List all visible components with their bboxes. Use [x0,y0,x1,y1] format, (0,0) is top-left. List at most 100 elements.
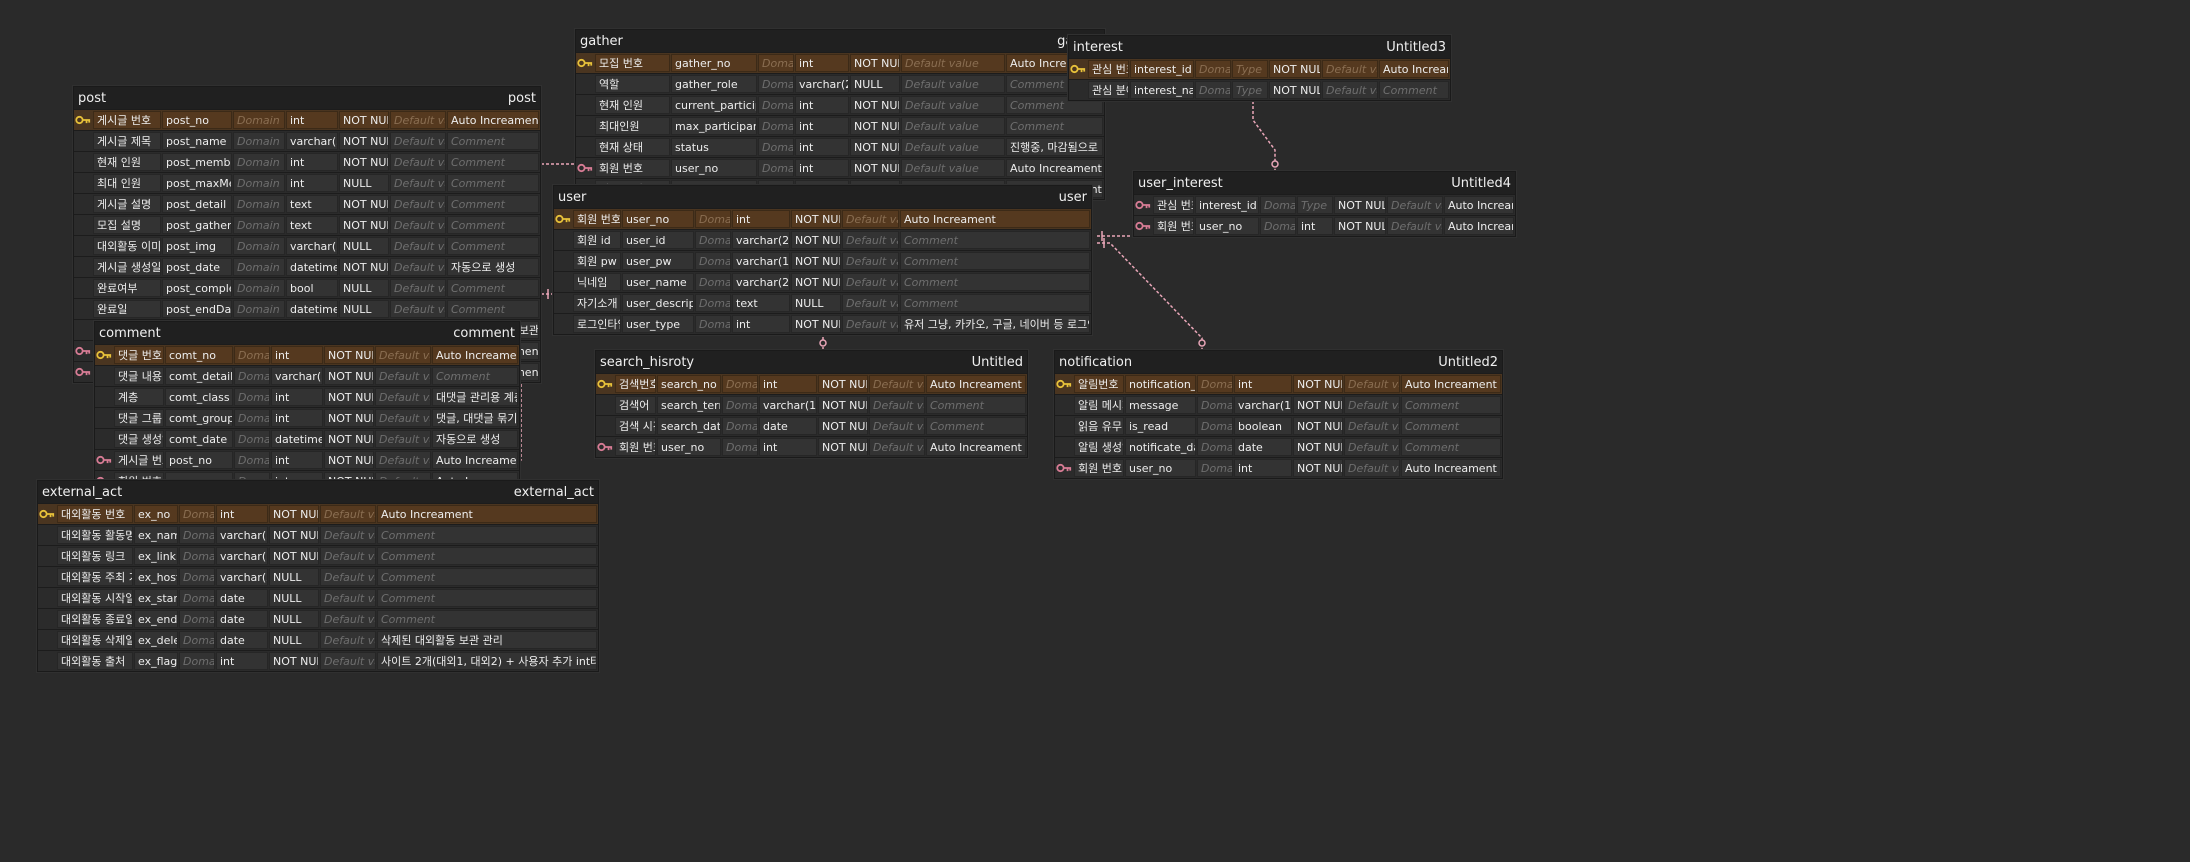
column-row[interactable]: 회원 번호user_noDomainintNOT NULLDefault val… [554,208,1091,229]
column-row[interactable]: 게시글 생성일post_dateDomaindatetimeNOT NULLDe… [74,256,540,277]
column-row[interactable]: 대외활동 번호ex_noDomainintNOT NULLDefault val… [38,503,598,524]
domain-placeholder: Domain [233,300,285,318]
column-row[interactable]: 회원 번호user_noDomainintNOT NULLDefault val… [1055,457,1502,478]
domain-placeholder: Domain [695,252,731,270]
blank-key-cell [74,300,92,318]
table-user[interactable]: useruser회원 번호user_noDomainintNOT NULLDef… [553,185,1092,335]
table-header[interactable]: comment comment [95,322,519,344]
column-row[interactable]: 게시글 번호post_noDomainintNOT NULLDefault va… [74,109,540,130]
column-nullable: NOT NULL [339,132,389,150]
column-row[interactable]: 회원 pwuser_pwDomainvarchar(100)NOT NULLDe… [554,250,1091,271]
column-type: int [271,451,323,469]
table-header[interactable]: user user [554,186,1091,208]
column-row[interactable]: 대외활동 종료일ex_endDomaindateNULLDefault valu… [38,608,598,629]
table-header[interactable]: notification Untitled2 [1055,351,1502,373]
column-row[interactable]: 역할gather_roleDomainvarchar(20)NULLDefaul… [576,73,1104,94]
column-row[interactable]: 알림번호notification_idDomainintNOT NULLDefa… [1055,373,1502,394]
column-row[interactable]: 완료일post_endDateDomaindatetimeNULLDefault… [74,298,540,319]
column-nullable: NOT NULL [818,396,868,414]
column-physical: post_gather [162,216,232,234]
column-row[interactable]: 닉네임user_nameDomainvarchar(20)NOT NULLDef… [554,271,1091,292]
column-row[interactable]: 댓글 내용comt_detailDomainvarchar(50)NOT NUL… [95,365,519,386]
domain-placeholder: Domain [722,438,758,456]
table-gather[interactable]: gathergather모집 번호gather_noDomainintNOT N… [575,29,1105,200]
table-interest[interactable]: interest Untitled3 관심 번호interest_idDomainT… [1068,35,1451,101]
column-row[interactable]: 관심 번호interest_idDomainTypeNOT NULLDefaul… [1134,194,1515,215]
table-comment[interactable]: commentcomment댓글 번호comt_noDomainintNOT N… [94,321,520,492]
default-placeholder: Default value [842,231,899,249]
column-row[interactable]: 현재 인원current_participantsDomainintNOT NU… [576,94,1104,115]
table-notification[interactable]: notification Untitled2 알림번호notification_id… [1054,350,1503,479]
column-logical: 알림 생성일 [1074,438,1124,456]
table-header[interactable]: user_interest Untitled4 [1134,172,1515,194]
column-physical: comt_no [165,346,233,364]
column-row[interactable]: 댓글 그룹comt_groupDomainintNOT NULLDefault … [95,407,519,428]
default-placeholder: Default value [1322,81,1378,99]
column-row[interactable]: 대외활동 삭제일ex_deleteDomaindateNULLDefault v… [38,629,598,650]
table-header[interactable]: gathergather [576,30,1104,52]
column-row[interactable]: 알림 생성일notificate_dateDomaindateNOT NULLD… [1055,436,1502,457]
column-row[interactable]: 최대인원max_participantsDomainintNOT NULLDef… [576,115,1104,136]
domain-placeholder: Domain [233,174,285,192]
column-row[interactable]: 대외활동 이미지post_imgDomainvarchar(50)NULLDef… [74,235,540,256]
column-type: varchar(30) [286,132,338,150]
blank-key-cell [95,367,113,385]
column-comment: Auto Increament [447,111,539,129]
column-row[interactable]: 게시글 설명post_detailDomaintextNOT NULLDefau… [74,193,540,214]
column-row[interactable]: 로그인타입user_typeDomainintNOT NULLDefault v… [554,313,1091,334]
table-user_interest[interactable]: user_interest Untitled4 관심 번호interest_idDo… [1133,171,1516,237]
erd-canvas[interactable]: gathergather모집 번호gather_noDomainintNOT N… [0,0,2190,862]
column-comment: Auto Increament [1401,459,1501,477]
column-row[interactable]: 계층comt_classDomainintNOT NULLDefault val… [95,386,519,407]
table-header[interactable]: external_act external_act [38,481,598,503]
column-row[interactable]: 검색어search_termDomainvarchar(100)NOT NULL… [596,394,1027,415]
column-row[interactable]: 댓글 생성일comt_dateDomaindatetimeNOT NULLDef… [95,428,519,449]
primary-key-icon [1069,60,1087,78]
domain-placeholder: Domain [234,388,270,406]
column-row[interactable]: 게시글 번호post_noDomainintNOT NULLDefault va… [95,449,519,470]
column-type: int [271,409,323,427]
table-search_history[interactable]: search_hisroty Untitled 검색번호 search_no Doma i… [595,350,1028,458]
table-header[interactable]: search_hisroty Untitled [596,351,1027,373]
column-row[interactable]: 최대 인원post_maxMemDomainintNULLDefault val… [74,172,540,193]
column-row[interactable]: 알림 메시지messageDomainvarchar(100)NOT NULLD… [1055,394,1502,415]
column-row[interactable]: 자기소개user_descriptionDomaintextNULLDefaul… [554,292,1091,313]
column-row[interactable]: 대외활동 출처ex_flagDomainintNOT NULLDefault v… [38,650,598,671]
column-row[interactable]: 검색번호search_noDomainintNOT NULLDefault va… [596,373,1027,394]
column-physical: user_no [1125,459,1196,477]
column-row[interactable]: 대외활동 주최 기관ex_hostDomainvarchar(20)NULLDe… [38,566,598,587]
column-row[interactable]: 관심 분야interest_nameDomainTypeNOT NULLDefa… [1069,79,1450,100]
domain-placeholder: Domain [722,375,758,393]
column-physical: interest_id [1130,60,1194,78]
table-header[interactable]: interest Untitled3 [1069,36,1450,58]
column-row[interactable]: 완료여부post_completeDomainboolNULLDefault v… [74,277,540,298]
column-logical: 완료여부 [93,279,161,297]
column-row[interactable]: 회원 iduser_idDomainvarchar(20)NOT NULLDef… [554,229,1091,250]
domain-placeholder: Domain [758,54,794,72]
column-row[interactable]: 댓글 번호comt_noDomainintNOT NULLDefault val… [95,344,519,365]
column-row[interactable]: 관심 번호interest_idDomainTypeNOT NULLDefaul… [1069,58,1450,79]
column-row[interactable]: 대외활동 시작일ex_startDomaindateNULLDefault va… [38,587,598,608]
column-row[interactable]: 게시글 제목post_nameDomainvarchar(30)NOT NULL… [74,130,540,151]
column-physical: user_no [1195,217,1259,235]
column-type: varchar(100) [732,252,790,270]
column-row[interactable]: 현재 인원post_memberDomainintNOT NULLDefault… [74,151,540,172]
column-logical: 알림번호 [1074,375,1124,393]
column-row[interactable]: 회원 번호user_noDomainintNOT NULLDefault val… [596,436,1027,457]
column-row[interactable]: 모집 설명post_gatherDomaintextNOT NULLDefaul… [74,214,540,235]
column-row[interactable]: 검색 시간search_dateDomaindateNOT NULLDefaul… [596,415,1027,436]
table-alias: comment [453,325,515,341]
column-row[interactable]: 회원 번호user_noDomainintNOT NULLDefault val… [576,157,1104,178]
column-row[interactable]: 대외활동 활동명ex_nameDomainvarchar(50)NOT NULL… [38,524,598,545]
table-external_act[interactable]: external_act external_act 대외활동 번호 ex_no Doma… [37,480,599,672]
table-header[interactable]: post post [74,87,540,109]
column-nullable: NULL [339,279,389,297]
column-row[interactable]: 회원 번호user_noDomainintNOT NULLDefault val… [1134,215,1515,236]
domain-placeholder: Domain [1197,396,1233,414]
column-row[interactable]: 현재 상태statusDomainintNOT NULLDefault valu… [576,136,1104,157]
column-row[interactable]: 읽음 유무is_readDomainbooleanNOT NULLDefault… [1055,415,1502,436]
column-row[interactable]: 모집 번호gather_noDomainintNOT NULLDefault v… [576,52,1104,73]
column-type: int [795,138,849,156]
column-row[interactable]: 대외활동 링크ex_linkDomainvarchar(50)NOT NULLD… [38,545,598,566]
column-nullable: NOT NULL [269,547,319,565]
